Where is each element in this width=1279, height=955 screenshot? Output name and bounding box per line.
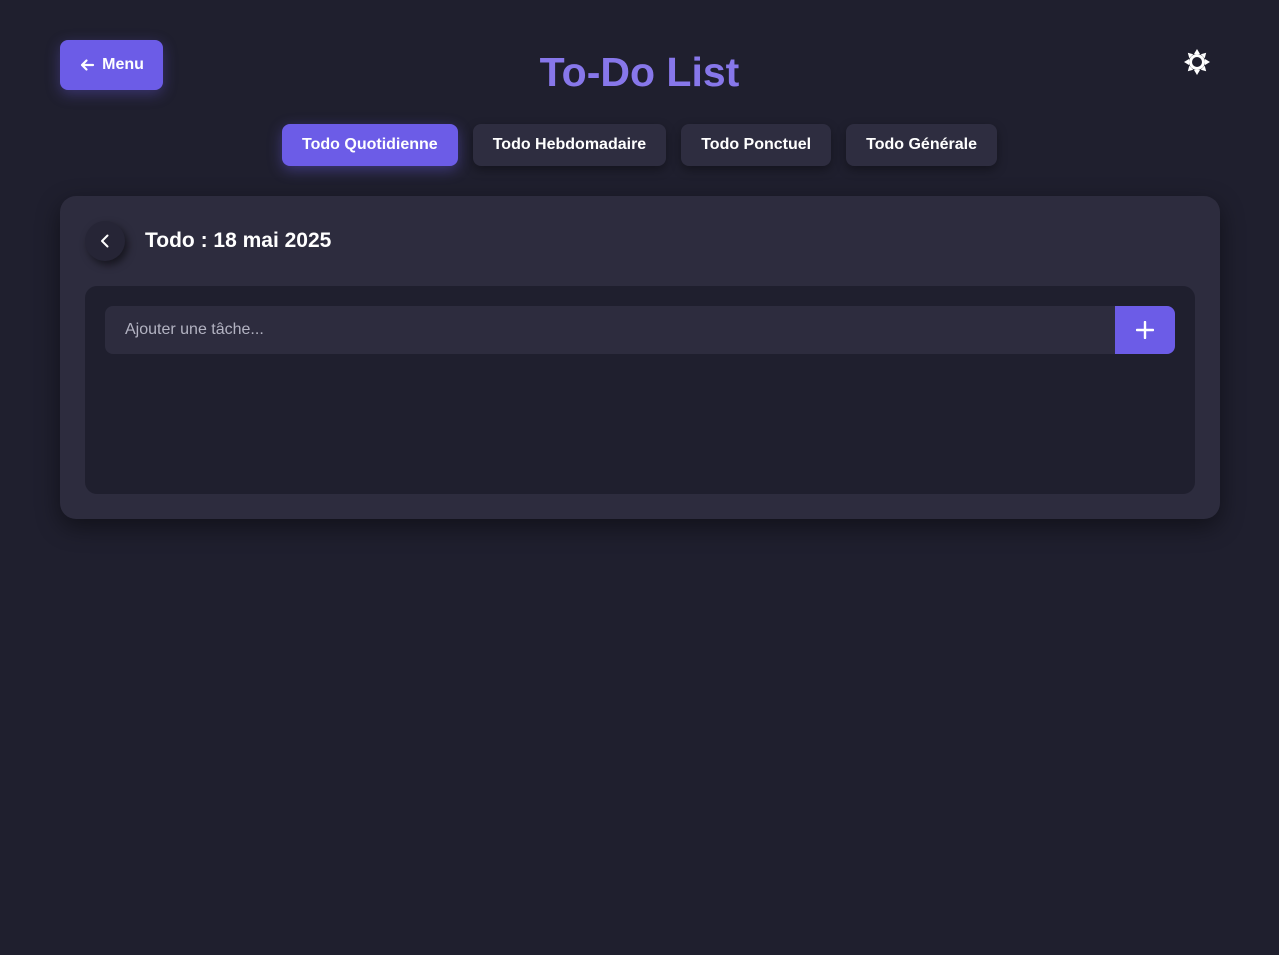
theme-toggle-button[interactable] [1183,48,1211,76]
plus-icon [1136,321,1154,339]
tab-bar: Todo Quotidienne Todo Hebdomadaire Todo … [0,124,1279,166]
chevron-left-icon [101,234,109,248]
back-button[interactable] [85,221,125,261]
add-task-button[interactable] [1115,306,1175,354]
task-input[interactable] [105,306,1115,354]
tab-todo-generale[interactable]: Todo Générale [846,124,997,166]
todo-card: Todo : 18 mai 2025 [60,196,1220,519]
page: Menu To-Do List Todo Quotidienne Todo He… [0,0,1279,955]
tab-todo-quotidienne[interactable]: Todo Quotidienne [282,124,458,166]
tab-todo-hebdomadaire[interactable]: Todo Hebdomadaire [472,124,667,166]
page-title: To-Do List [539,49,740,95]
todo-panel [85,286,1195,494]
sun-icon [1184,49,1210,75]
card-title: Todo : 18 mai 2025 [145,229,332,252]
tab-todo-ponctuel[interactable]: Todo Ponctuel [681,124,832,166]
